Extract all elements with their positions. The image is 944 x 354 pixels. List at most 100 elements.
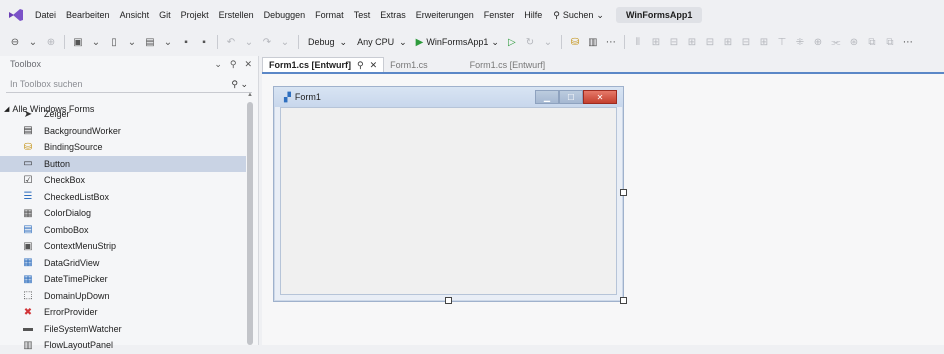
bring-to-front-icon[interactable]: ⧉ <box>863 33 881 51</box>
menu-ansicht[interactable]: Ansicht <box>115 10 155 20</box>
new-file-icon[interactable]: ▯ <box>105 33 123 51</box>
toolbox-item-label: CheckedListBox <box>44 191 110 202</box>
chevron-down-icon[interactable]: ⌄ <box>240 33 258 51</box>
toolbox-item[interactable]: ▦ ColorDialog <box>0 205 246 222</box>
vertical-spacing-icon[interactable]: ⊕ <box>809 33 827 51</box>
menu-erweiterungen[interactable]: Erweiterungen <box>411 10 479 20</box>
toolbox-item[interactable]: ✖ ErrorProvider <box>0 304 246 321</box>
pin-icon[interactable]: ⚲ <box>230 59 237 70</box>
toolbox-item[interactable]: ▬ FileSystemWatcher <box>0 321 246 338</box>
toolbox-item[interactable]: ▣ ContextMenuStrip <box>0 238 246 255</box>
platform-select[interactable]: Any CPU ⌄ <box>352 33 412 51</box>
menu-bearbeiten[interactable]: Bearbeiten <box>61 10 115 20</box>
align-bottom-icon[interactable]: ⊞ <box>719 33 737 51</box>
hot-reload-icon[interactable]: ↻ <box>521 33 539 51</box>
center-horizontally-icon[interactable]: ⫘ <box>827 33 845 51</box>
resize-handle-bottom-right[interactable] <box>620 297 627 304</box>
solution-title: WinFormsApp1 <box>615 7 703 23</box>
tab-form1-code[interactable]: Form1.cs <box>384 58 434 72</box>
chevron-down-icon[interactable]: ⌄ <box>539 33 557 51</box>
menu-format[interactable]: Format <box>310 10 349 20</box>
chevron-down-icon[interactable]: ⌄ <box>159 33 177 51</box>
toolbox-item[interactable]: ▦ DataGridView <box>0 255 246 272</box>
toolbox-item[interactable]: ▭ Button <box>0 155 246 172</box>
save-icon[interactable]: ▪ <box>177 33 195 51</box>
resize-handle-bottom[interactable] <box>445 297 452 304</box>
visual-studio-logo-icon[interactable] <box>8 7 24 23</box>
more-options-icon[interactable]: ⋯ <box>602 33 620 51</box>
align-top-icon[interactable]: ⊞ <box>683 33 701 51</box>
undo-icon[interactable]: ↶ <box>222 33 240 51</box>
browser-link-icon[interactable]: ⛁ <box>566 33 584 51</box>
menu-test[interactable]: Test <box>349 10 376 20</box>
search-icon: ⚲ <box>553 9 560 20</box>
layout-icon[interactable]: ▥ <box>584 33 602 51</box>
checked-list-box-icon: ☰ <box>23 191 33 203</box>
scroll-thumb[interactable] <box>247 102 253 345</box>
toolbox-item[interactable]: ▦ DateTimePicker <box>0 271 246 288</box>
center-vertically-icon[interactable]: ⊛ <box>845 33 863 51</box>
toolbox-item[interactable]: ➤ Zeiger <box>0 106 246 123</box>
save-all-icon[interactable]: ▪ <box>195 33 213 51</box>
horizontal-spacing-icon[interactable]: ⁜ <box>791 33 809 51</box>
toolbox-item[interactable]: ☰ CheckedListBox <box>0 189 246 206</box>
open-file-icon[interactable]: ▤ <box>141 33 159 51</box>
toolbox-item[interactable]: ▥ FlowLayoutPanel <box>0 337 246 354</box>
navigate-back-icon[interactable]: ⊖ <box>6 33 24 51</box>
start-without-debugging-icon[interactable]: ▷ <box>503 33 521 51</box>
align-middle-icon[interactable]: ⊟ <box>701 33 719 51</box>
file-system-watcher-icon: ▬ <box>23 323 33 335</box>
navigate-forward-icon[interactable]: ⊕ <box>42 33 60 51</box>
menu-hilfe[interactable]: Hilfe <box>519 10 547 20</box>
menu-fenster[interactable]: Fenster <box>479 10 520 20</box>
toolbox-item[interactable]: ▤ BackgroundWorker <box>0 123 246 140</box>
menu-extras[interactable]: Extras <box>375 10 411 20</box>
more-options-icon[interactable]: ⋯ <box>899 33 917 51</box>
menu-projekt[interactable]: Projekt <box>176 10 214 20</box>
toolbox-item[interactable]: ☑ CheckBox <box>0 172 246 189</box>
start-debugging-button[interactable]: ▶ WinFormsApp1 ⌄ <box>412 37 503 48</box>
new-project-icon[interactable]: ▣ <box>69 33 87 51</box>
toolbox-item-label: ComboBox <box>44 224 89 235</box>
tab-form1-designer-preview[interactable]: Form1.cs [Entwurf] <box>464 58 552 72</box>
toolbox-search-input[interactable]: In Toolbox suchen ⚲ ⌄ <box>6 76 252 93</box>
toolbox-item-label: BindingSource <box>44 142 103 153</box>
menu-git[interactable]: Git <box>154 10 176 20</box>
toolbox-scrollbar[interactable]: ▲ <box>246 92 254 345</box>
date-time-picker-icon: ▦ <box>23 273 33 285</box>
platform-value: Any CPU <box>357 37 395 47</box>
tab-label: Form1.cs <box>390 60 428 70</box>
chevron-down-icon[interactable]: ⌄ <box>214 59 222 70</box>
form-preview[interactable]: ▞ Form1 ▁ ☐ ✕ <box>273 86 624 302</box>
toolbox-item-label: FlowLayoutPanel <box>44 340 114 351</box>
chevron-down-icon[interactable]: ⌄ <box>276 33 294 51</box>
align-center-icon[interactable]: ⊞ <box>647 33 665 51</box>
menu-erstellen[interactable]: Erstellen <box>214 10 259 20</box>
close-icon[interactable]: ✕ <box>244 59 252 70</box>
form-client-area[interactable] <box>280 107 617 295</box>
menu-search[interactable]: ⚲ Suchen ⌄ <box>547 10 610 21</box>
tab-form1-designer[interactable]: Form1.cs [Entwurf] ⚲ ✕ <box>262 57 385 72</box>
toolbar-separator <box>217 35 218 49</box>
chevron-down-icon[interactable]: ⌄ <box>87 33 105 51</box>
binding-source-icon: ⛁ <box>23 141 33 153</box>
menu-debuggen[interactable]: Debuggen <box>259 10 311 20</box>
chevron-down-icon[interactable]: ⌄ <box>123 33 141 51</box>
scroll-up-arrow-icon[interactable]: ▲ <box>246 92 254 98</box>
same-height-icon[interactable]: ⊞ <box>755 33 773 51</box>
toolbox-item[interactable]: ⬚ DomainUpDown <box>0 288 246 305</box>
align-right-icon[interactable]: ⊟ <box>665 33 683 51</box>
align-left-icon[interactable]: ⫴ <box>629 33 647 51</box>
toolbox-item[interactable]: ▤ ComboBox <box>0 222 246 239</box>
chevron-down-icon[interactable]: ⌄ <box>24 33 42 51</box>
resize-handle-right[interactable] <box>620 189 627 196</box>
toolbox-item[interactable]: ⛁ BindingSource <box>0 139 246 156</box>
close-icon[interactable]: ✕ <box>370 60 378 71</box>
send-to-back-icon[interactable]: ⧉ <box>881 33 899 51</box>
redo-icon[interactable]: ↷ <box>258 33 276 51</box>
pin-icon[interactable]: ⚲ <box>357 60 364 71</box>
same-width-icon[interactable]: ⊟ <box>737 33 755 51</box>
same-size-icon[interactable]: ⊤ <box>773 33 791 51</box>
menu-datei[interactable]: Datei <box>30 10 61 20</box>
configuration-select[interactable]: Debug ⌄ <box>303 33 352 51</box>
